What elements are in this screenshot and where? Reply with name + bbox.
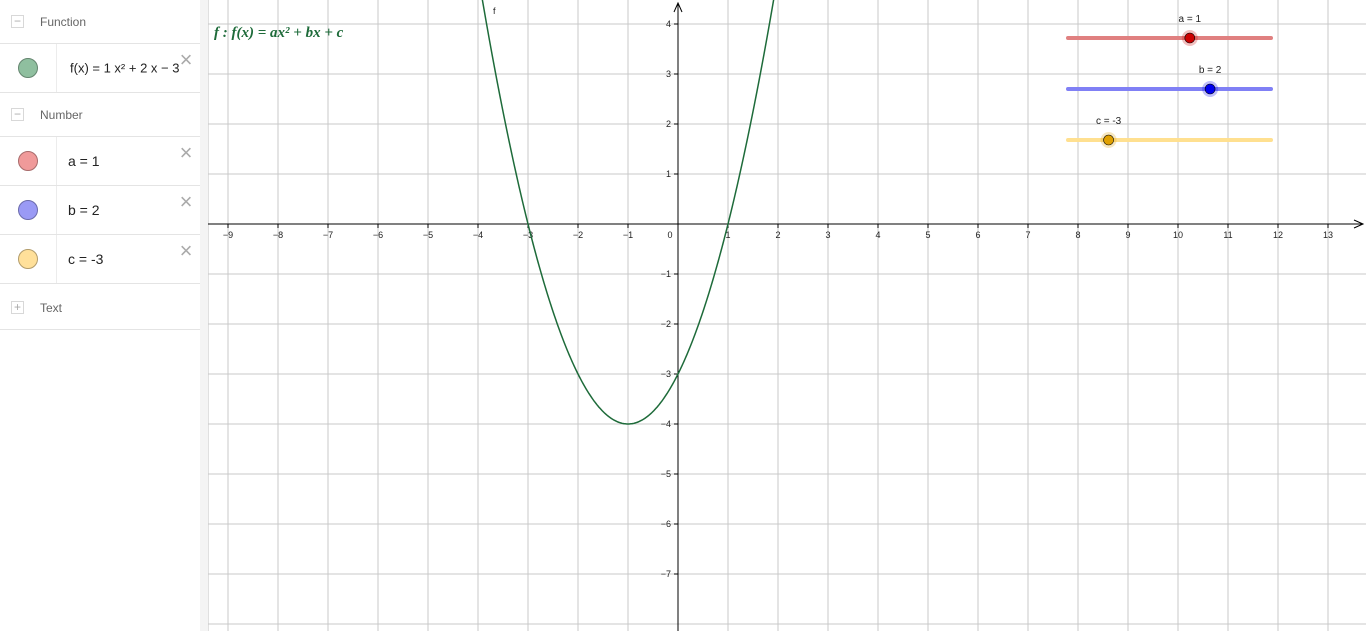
x-tick-label: −6 <box>373 230 383 240</box>
y-tick-label: −4 <box>661 419 671 429</box>
function-expression[interactable]: f(x) = 1 x² + 2 x − 3 <box>70 61 179 76</box>
algebra-item-f[interactable]: f(x) = 1 x² + 2 x − 3 × <box>0 44 200 93</box>
visibility-dot-icon[interactable] <box>18 58 38 78</box>
x-tick-label: 0 <box>667 230 672 240</box>
slider-label[interactable]: c = -3 <box>1096 116 1122 127</box>
y-tick-label: −6 <box>661 519 671 529</box>
x-tick-label: −5 <box>423 230 433 240</box>
x-tick-label: −1 <box>623 230 633 240</box>
delete-icon[interactable]: × <box>176 191 196 213</box>
y-tick-label: 1 <box>666 169 671 179</box>
x-tick-label: 11 <box>1223 230 1232 240</box>
x-tick-label: 13 <box>1323 230 1333 240</box>
x-tick-label: −4 <box>473 230 483 240</box>
y-tick-label: −1 <box>661 269 671 279</box>
visibility-marker[interactable] <box>0 137 57 185</box>
x-tick-label: 7 <box>1025 230 1030 240</box>
visibility-marker[interactable] <box>0 186 57 234</box>
slider-knob[interactable] <box>1184 32 1196 44</box>
visibility-dot-icon[interactable] <box>18 249 38 269</box>
x-tick-label: −9 <box>223 230 233 240</box>
x-tick-label: 3 <box>825 230 830 240</box>
category-number[interactable]: − Number <box>0 93 200 137</box>
category-function[interactable]: − Function <box>0 0 200 44</box>
x-tick-label: −2 <box>573 230 583 240</box>
y-tick-label: 2 <box>666 119 671 129</box>
algebra-item-a[interactable]: a = 1 × <box>0 137 200 186</box>
visibility-dot-icon[interactable] <box>18 200 38 220</box>
x-tick-label: −8 <box>273 230 283 240</box>
y-tick-label: −7 <box>661 569 671 579</box>
x-tick-label: 5 <box>925 230 930 240</box>
collapse-toggle-icon[interactable]: − <box>11 107 24 121</box>
x-tick-label: 8 <box>1075 230 1080 240</box>
delete-icon[interactable]: × <box>176 142 196 164</box>
visibility-dot-icon[interactable] <box>18 151 38 171</box>
graphics-canvas[interactable]: −9 −8 −7 −6 −5 −4 −3 −2 −1 0 1 2 3 4 5 6 7 8 9 10 11 12 13−7−6… <box>208 0 1366 631</box>
visibility-marker[interactable] <box>0 235 57 283</box>
slider-label[interactable]: b = 2 <box>1199 65 1222 76</box>
y-tick-label: −3 <box>661 369 671 379</box>
collapse-toggle-icon[interactable]: − <box>11 14 24 28</box>
x-tick-label: 12 <box>1273 230 1283 240</box>
expand-toggle-icon[interactable]: + <box>11 300 24 314</box>
number-expression[interactable]: a = 1 <box>68 153 100 169</box>
algebra-item-b[interactable]: b = 2 × <box>0 186 200 235</box>
number-expression[interactable]: c = -3 <box>68 251 103 267</box>
delete-icon[interactable]: × <box>176 240 196 262</box>
slider-knob[interactable] <box>1103 134 1114 146</box>
x-tick-label: 4 <box>875 230 880 240</box>
y-tick-label: 3 <box>666 69 671 79</box>
algebra-view: − Function f(x) = 1 x² + 2 x − 3 × − Num… <box>0 0 201 631</box>
x-tick-label: 2 <box>775 230 780 240</box>
slider-knob[interactable] <box>1204 83 1216 95</box>
x-tick-label: 9 <box>1125 230 1130 240</box>
visibility-marker[interactable] <box>0 44 57 92</box>
category-label: Number <box>40 107 83 122</box>
equation-text[interactable]: f : f(x) = ax² + bx + c <box>214 25 343 42</box>
graphics-view[interactable]: −9 −8 −7 −6 −5 −4 −3 −2 −1 0 1 2 3 4 5 6 7 8 9 10 11 12 13 −7 −6… <box>208 0 1366 631</box>
x-tick-label: −7 <box>323 230 333 240</box>
category-text[interactable]: + Text <box>0 286 200 330</box>
number-expression[interactable]: b = 2 <box>68 202 100 218</box>
y-tick-label: 4 <box>666 19 671 29</box>
slider-label[interactable]: a = 1 <box>1179 14 1202 25</box>
algebra-item-c[interactable]: c = -3 × <box>0 235 200 284</box>
y-tick-label: −5 <box>661 469 671 479</box>
x-tick-label: 10 <box>1173 230 1183 240</box>
curve-label[interactable]: f <box>493 6 496 16</box>
category-label: Text <box>40 300 63 315</box>
category-label: Function <box>40 14 87 29</box>
x-tick-label: 6 <box>975 230 980 240</box>
delete-icon[interactable]: × <box>176 49 196 71</box>
y-tick-label: −2 <box>661 319 671 329</box>
